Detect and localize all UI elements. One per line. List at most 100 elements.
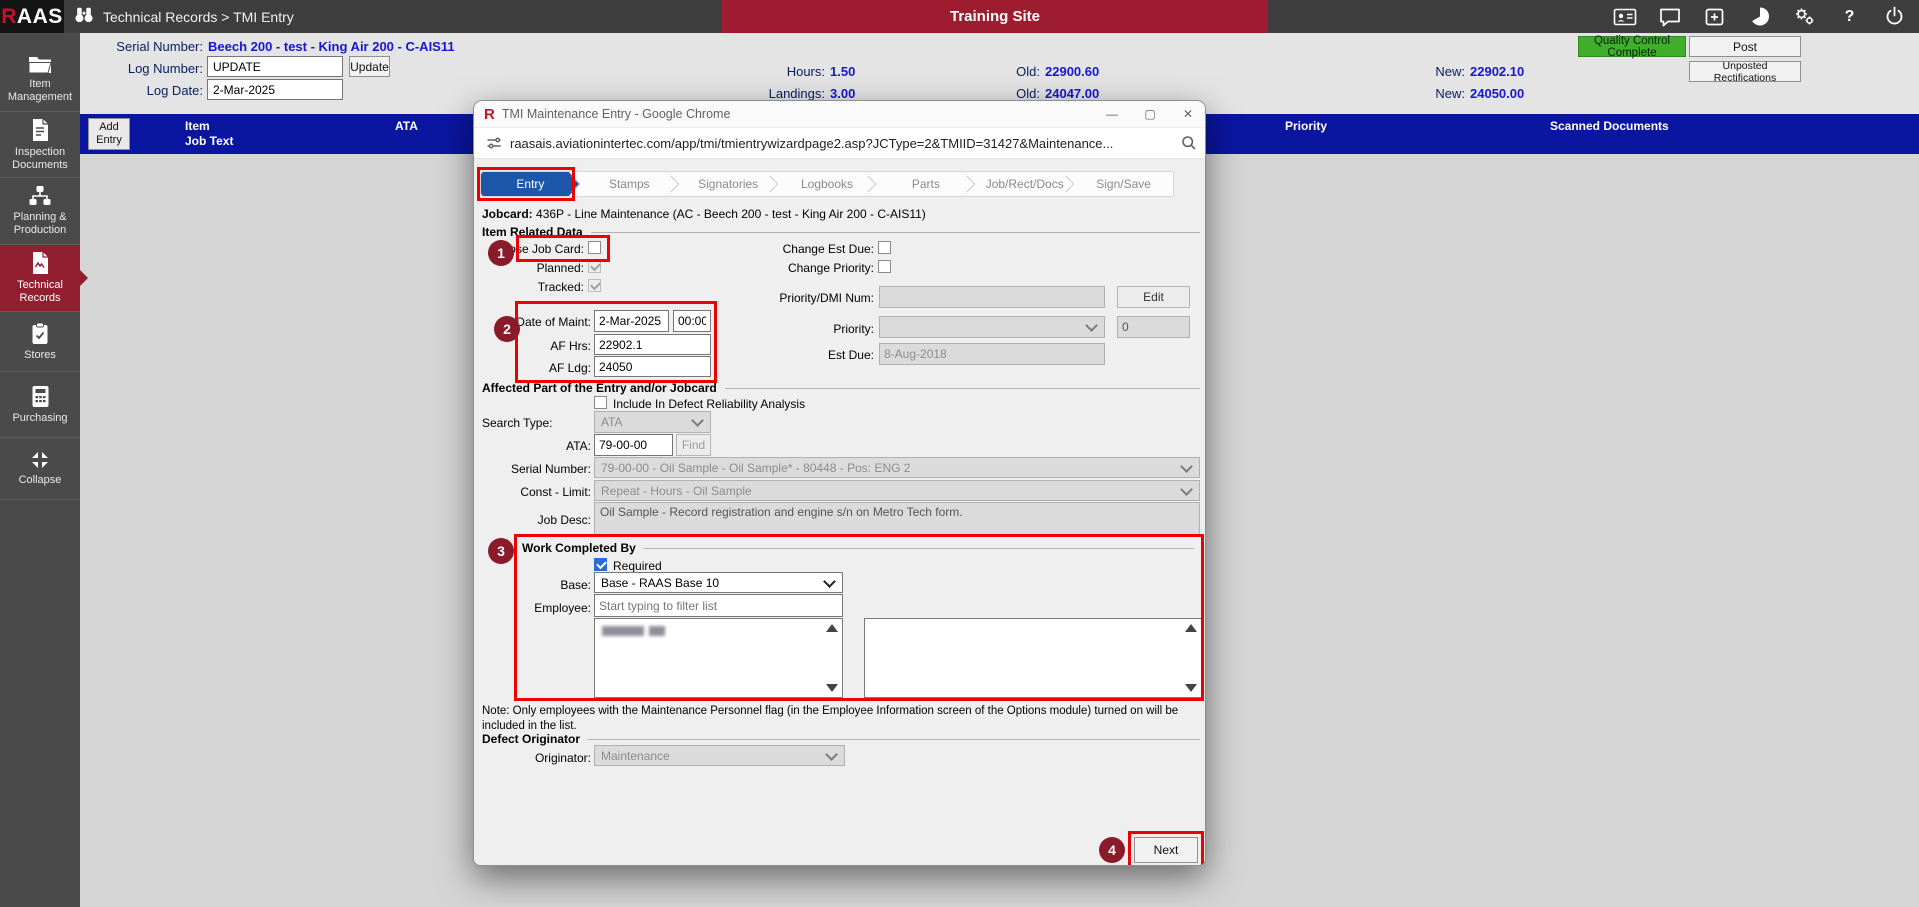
annotation-circle-2: 2 [494,316,520,342]
new-landings-label: New: [1405,86,1465,101]
date-of-maint-label: Date of Maint: [474,315,591,329]
tab-logbooks[interactable]: Logbooks [778,172,877,196]
priority-num-input [1117,316,1190,338]
serial-number-label: Serial Number: [60,39,203,54]
search-type-label: Search Type: [482,416,553,430]
unposted-rectifications-button[interactable]: Unposted Rectifications [1689,61,1801,82]
section-item-related-data: Item Related Data [482,225,1200,239]
hours-value: 1.50 [830,64,855,79]
redacted-employee-name [602,626,665,636]
log-number-input[interactable] [207,56,343,77]
add-entry-button[interactable]: Add Entry [88,118,130,150]
quality-control-complete-button[interactable]: Quality Control Complete [1578,36,1686,57]
planned-checkbox [588,260,601,273]
site-settings-icon[interactable] [486,135,502,151]
section-work-completed-by: Work Completed By [522,541,1194,555]
power-icon[interactable] [1872,0,1917,33]
sidebar-item-label: Inspection Documents [4,146,76,171]
tab-parts[interactable]: Parts [876,172,975,196]
jobcard-label: Jobcard: [482,207,533,221]
required-checkbox[interactable] [594,558,607,571]
change-est-due-label: Change Est Due: [654,242,874,256]
tab-sign-save[interactable]: Sign/Save [1074,172,1173,196]
breadcrumb[interactable]: Technical Records > TMI Entry [74,0,294,33]
minimize-button[interactable]: — [1093,101,1131,128]
settings-gears-icon[interactable] [1782,0,1827,33]
column-item-jobtext: Item Job Text [185,119,233,149]
maximize-button[interactable]: ▢ [1131,101,1169,128]
change-priority-checkbox[interactable] [878,260,891,273]
search-type-value: ATA [601,415,623,429]
next-button[interactable]: Next [1134,837,1198,863]
annotation-circle-1: 1 [488,240,514,266]
sidebar-item-item-management[interactable]: Item Management [0,46,80,112]
scroll-down-icon[interactable] [826,684,838,692]
jobcard-line: Jobcard: 436P - Line Maintenance (AC - B… [482,207,926,221]
tab-signatories[interactable]: Signatories [679,172,778,196]
old-landings-label: Old: [980,86,1040,101]
top-bar-icons: ? [1602,0,1917,33]
new-hours-value: 22902.10 [1470,64,1524,79]
af-ldg-label: AF Ldg: [474,361,591,375]
include-defect-reliability-checkbox[interactable] [594,396,607,409]
tab-entry[interactable]: Entry [481,172,580,196]
logo-rest: AAS [17,5,63,29]
top-bar: RAAS Technical Records > TMI Entry Train… [0,0,1919,33]
base-select[interactable]: Base - RAAS Base 10 [594,572,843,593]
clipboard-check-icon [31,322,49,345]
scroll-up-icon[interactable] [826,624,838,632]
sidebar-item-label: Item Management [4,78,76,103]
chat-icon[interactable] [1647,0,1692,33]
scroll-up-icon[interactable] [1185,624,1197,632]
section-defect-originator: Defect Originator [482,732,1200,746]
calculator-icon [31,385,50,408]
base-label: Base: [474,578,591,592]
af-hrs-label: AF Hrs: [474,339,591,353]
employee-filter-input[interactable] [594,594,843,617]
sidebar-item-technical-records[interactable]: Technical Records [0,245,80,312]
edit-button[interactable]: Edit [1117,286,1190,308]
help-icon[interactable]: ? [1827,0,1872,33]
raas-logo: RAAS [0,0,64,33]
sidebar-item-stores[interactable]: Stores [0,312,80,372]
post-button[interactable]: Post [1689,36,1801,57]
originator-label: Originator: [474,751,591,765]
find-button[interactable]: Find [676,434,711,456]
tab-job-rect-docs[interactable]: Job/Rect/Docs [975,172,1074,196]
sidebar-item-inspection-documents[interactable]: Inspection Documents [0,112,80,178]
close-job-card-checkbox[interactable] [588,241,601,254]
collapse-icon [29,450,51,470]
log-date-label: Log Date: [60,83,203,98]
url-text: raasais.aviationintertec.com/app/tmi/tmi… [510,136,1171,151]
dialog-title-bar[interactable]: R TMI Maintenance Entry - Google Chrome … [474,101,1206,128]
sidebar-item-label: Planning & Production [4,211,76,236]
change-est-due-checkbox[interactable] [878,241,891,254]
sidebar-item-purchasing[interactable]: Purchasing [0,372,80,438]
jobcard-value: 436P - Line Maintenance (AC - Beech 200 … [536,207,926,221]
pie-chart-icon[interactable] [1737,0,1782,33]
add-entry-line2: Entry [96,134,122,147]
log-date-input[interactable] [207,79,343,100]
affected-serial-number-label: Serial Number: [474,462,591,476]
originator-select: Maintenance [594,745,845,766]
zoom-icon[interactable] [1181,135,1197,151]
close-button[interactable]: ✕ [1169,101,1206,128]
help-glyph: ? [1845,8,1855,26]
employee-available-list[interactable] [594,618,843,698]
priority-select[interactable] [879,316,1105,338]
tracked-label: Tracked: [474,280,584,294]
user-card-icon[interactable] [1602,0,1647,33]
employee-selected-list[interactable] [864,618,1202,698]
update-button[interactable]: Update [349,56,390,77]
tab-stamps[interactable]: Stamps [580,172,679,196]
ata-input[interactable] [594,434,673,456]
inspection-document-icon [30,118,50,142]
add-window-icon[interactable] [1692,0,1737,33]
scroll-down-icon[interactable] [1185,684,1197,692]
column-priority: Priority [1285,119,1327,134]
sidebar-item-planning-production[interactable]: Planning & Production [0,178,80,245]
dialog-url-bar[interactable]: raasais.aviationintertec.com/app/tmi/tmi… [474,128,1206,159]
landings-label: Landings: [725,86,825,101]
sidebar-item-collapse[interactable]: Collapse [0,438,80,500]
originator-value: Maintenance [601,749,670,763]
